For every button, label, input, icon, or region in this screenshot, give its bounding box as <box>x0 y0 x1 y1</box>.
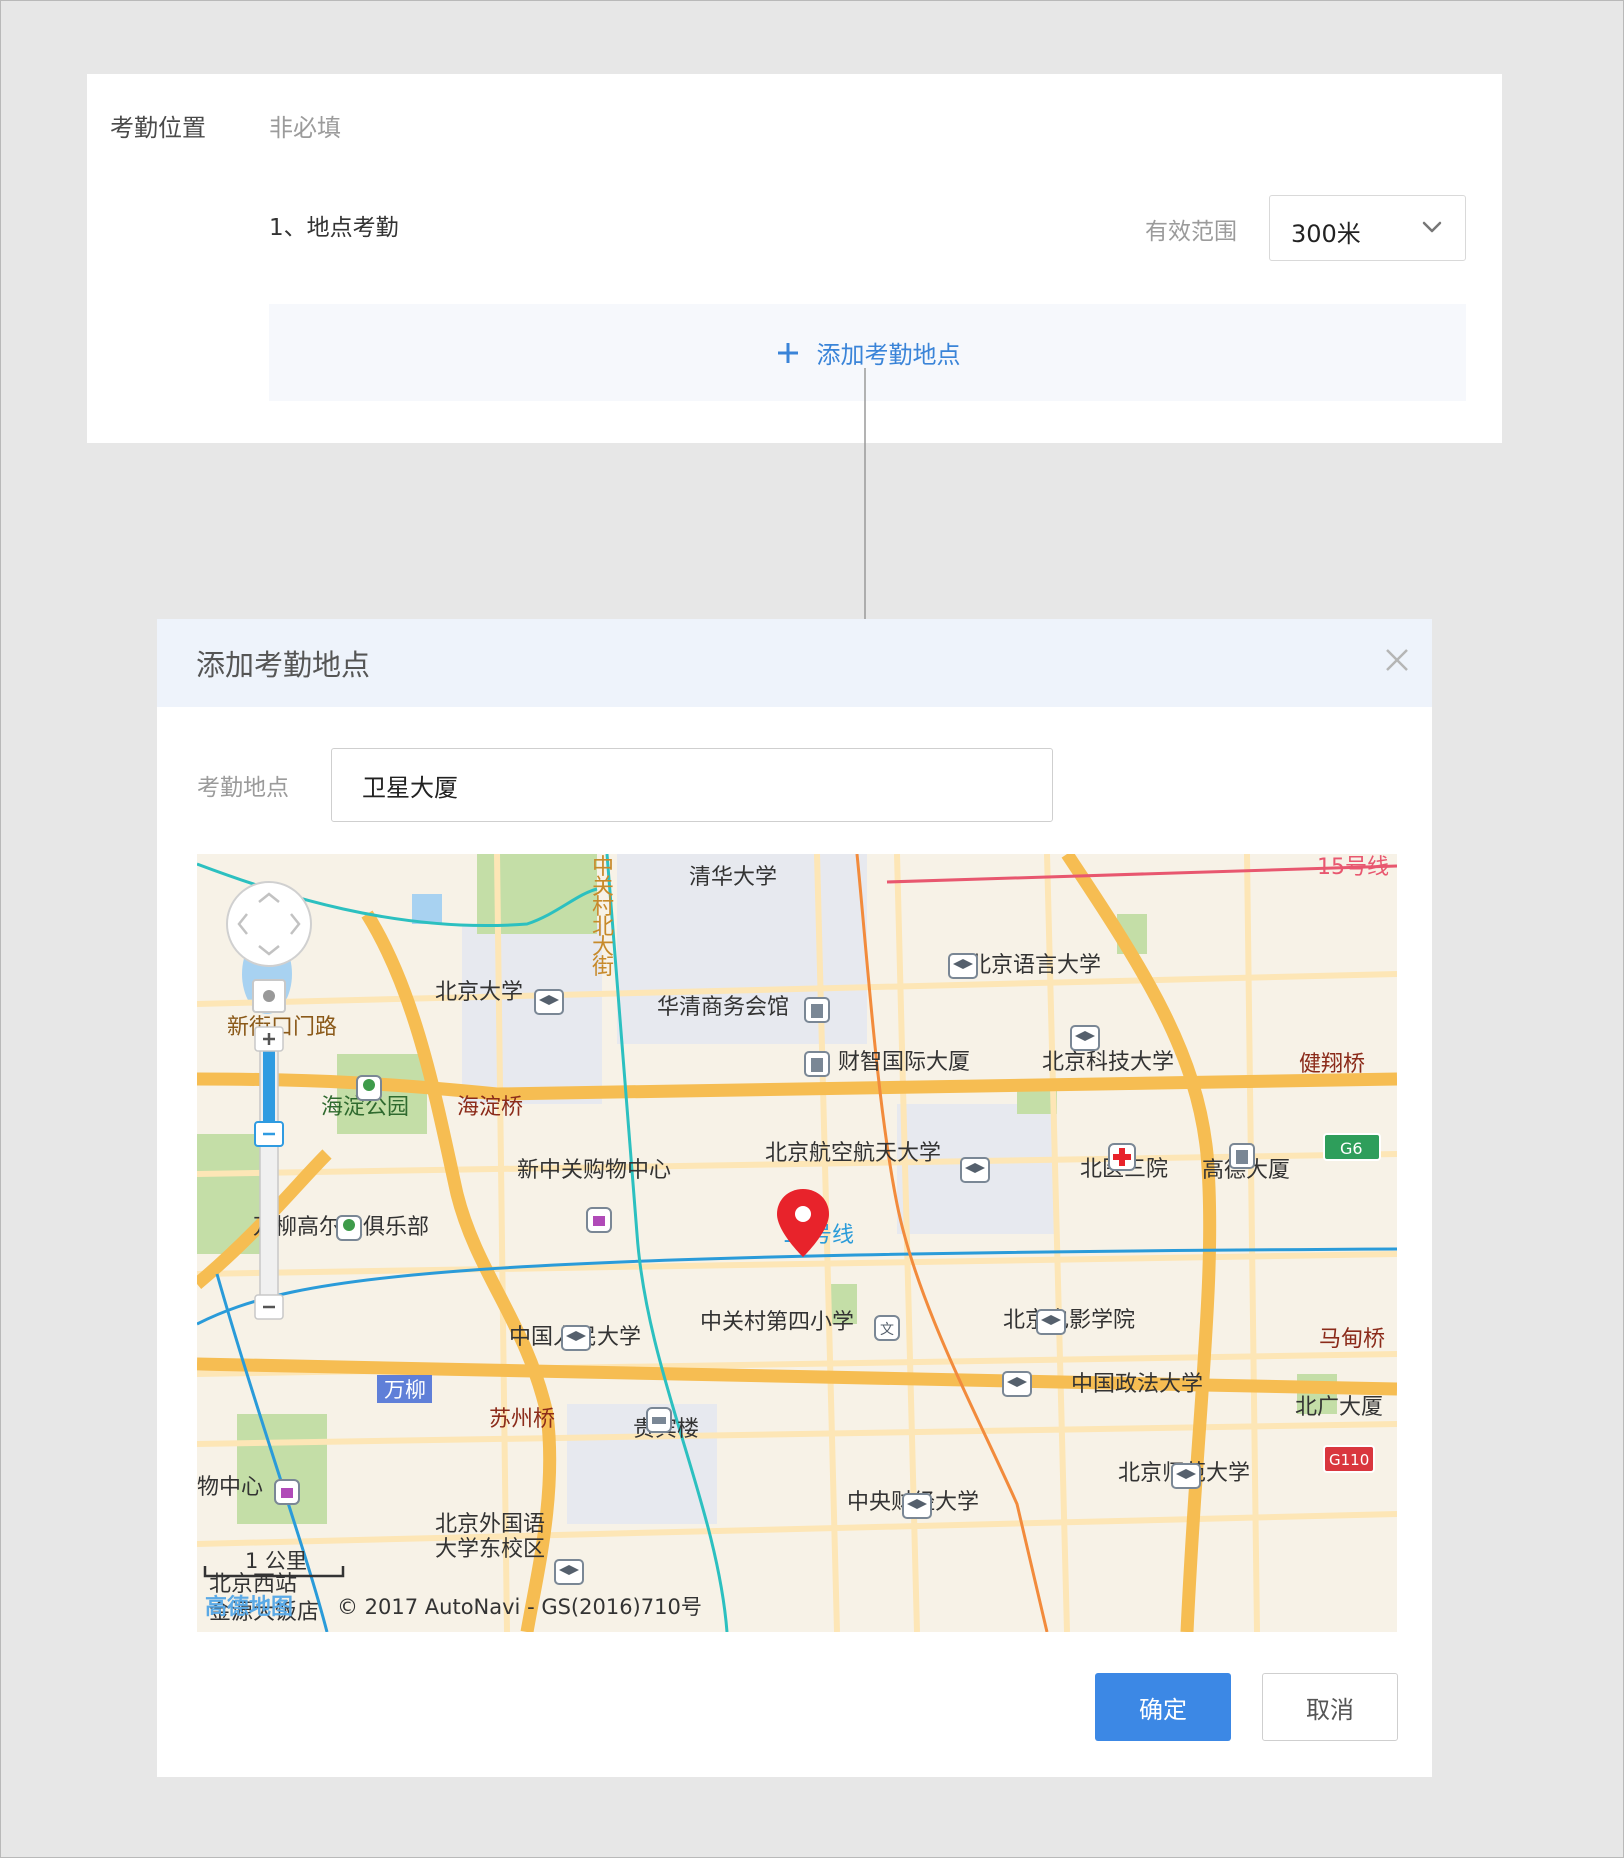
campus-area <box>462 924 602 1104</box>
building-icon <box>1229 1143 1255 1169</box>
map-label-beiguang: 北广大厦 <box>1295 1395 1383 1420</box>
green-area <box>237 1414 327 1524</box>
zoom-handle-icon[interactable] <box>254 1121 284 1147</box>
school-icon <box>1171 1463 1201 1489</box>
close-icon[interactable] <box>1382 645 1412 675</box>
location-label: 考勤地点 <box>197 775 289 801</box>
map-label-pku: 北京大学 <box>435 980 523 1005</box>
school-icon <box>1002 1371 1032 1397</box>
hotel-icon <box>646 1407 672 1433</box>
map-view[interactable]: 清华大学 15号线 中 关 村 北 大 街 北京语言大学 北京大学 华清商务会馆… <box>197 854 1397 1632</box>
map-label-zgc-street-6: 街 <box>592 955 614 980</box>
map-label-bfsu-1: 北京外国语 <box>435 1512 545 1537</box>
amap-logo: 高德地图 <box>205 1594 293 1620</box>
connector-arrow <box>861 368 869 655</box>
map-label-wanliu: 万柳 <box>384 1378 426 1402</box>
park-icon <box>356 1075 382 1101</box>
add-location-dialog: 添加考勤地点 考勤地点 卫星大厦 清华大学 15号线 中 关 村 北 大 街 北… <box>157 619 1432 1777</box>
school-icon <box>948 953 978 979</box>
culture-icon: 文 <box>874 1315 900 1341</box>
map-label-mall-left: 物中心 <box>197 1475 263 1500</box>
zoom-slider[interactable] <box>259 1028 279 1300</box>
school-icon <box>534 989 564 1015</box>
map-canvas: 清华大学 15号线 中 关 村 北 大 街 北京语言大学 北京大学 华清商务会馆… <box>197 854 1397 1632</box>
locate-icon[interactable] <box>252 979 286 1013</box>
school-icon <box>902 1493 932 1519</box>
water-area <box>412 894 442 924</box>
building-icon <box>804 1051 830 1077</box>
zoom-in-icon[interactable] <box>254 1026 284 1052</box>
map-label-blcu: 北京语言大学 <box>969 953 1101 978</box>
location-input[interactable] <box>331 748 1053 822</box>
map-label-g6: G6 <box>1340 1139 1363 1158</box>
map-label-huaqing: 华清商务会馆 <box>657 995 789 1020</box>
school-icon <box>1070 1025 1100 1051</box>
dialog-header: 添加考勤地点 <box>157 619 1432 707</box>
map-label-haidian-bridge: 海淀桥 <box>457 1095 523 1120</box>
map-label-buaa: 北京航空航天大学 <box>765 1141 941 1166</box>
map-label-bfsu-2: 大学东校区 <box>435 1537 545 1562</box>
map-label-g110: G110 <box>1329 1451 1369 1469</box>
map-label-cupl: 中国政法大学 <box>1071 1372 1203 1397</box>
shopping-icon <box>586 1207 612 1233</box>
map-copyright: © 2017 AutoNavi - GS(2016)710号 <box>337 1595 702 1619</box>
school-icon <box>960 1157 990 1183</box>
school-icon <box>554 1559 584 1585</box>
map-label-bfa: 北京电影学院 <box>1003 1308 1135 1333</box>
map-label-tsinghua: 清华大学 <box>689 865 777 890</box>
navigation-pad-icon[interactable] <box>226 881 312 967</box>
map-label-line15: 15号线 <box>1317 855 1389 880</box>
map-label-suzhou: 苏州桥 <box>489 1407 555 1432</box>
dialog-title: 添加考勤地点 <box>196 648 371 682</box>
map-label-jianxiang: 健翔桥 <box>1299 1052 1365 1077</box>
svg-text:文: 文 <box>880 1322 894 1338</box>
zoom-out-icon[interactable] <box>254 1294 284 1320</box>
map-label-ustb: 北京科技大学 <box>1042 1050 1174 1075</box>
map-label-xzg-mall: 新中关购物中心 <box>517 1158 671 1183</box>
shopping-icon <box>274 1479 300 1505</box>
school-icon <box>561 1325 591 1351</box>
cancel-button[interactable]: 取消 <box>1262 1673 1398 1741</box>
confirm-button[interactable]: 确定 <box>1095 1673 1231 1741</box>
map-label-zgc4: 中关村第四小学 <box>700 1310 854 1335</box>
map-scale-label: 1 公里 <box>245 1549 307 1573</box>
school-icon <box>1036 1309 1066 1335</box>
hospital-icon <box>1108 1143 1136 1171</box>
park-icon <box>336 1215 362 1241</box>
building-icon <box>804 997 830 1023</box>
map-label-caizhi: 财智国际大厦 <box>838 1050 970 1075</box>
map-label-madian: 马甸桥 <box>1319 1327 1385 1352</box>
